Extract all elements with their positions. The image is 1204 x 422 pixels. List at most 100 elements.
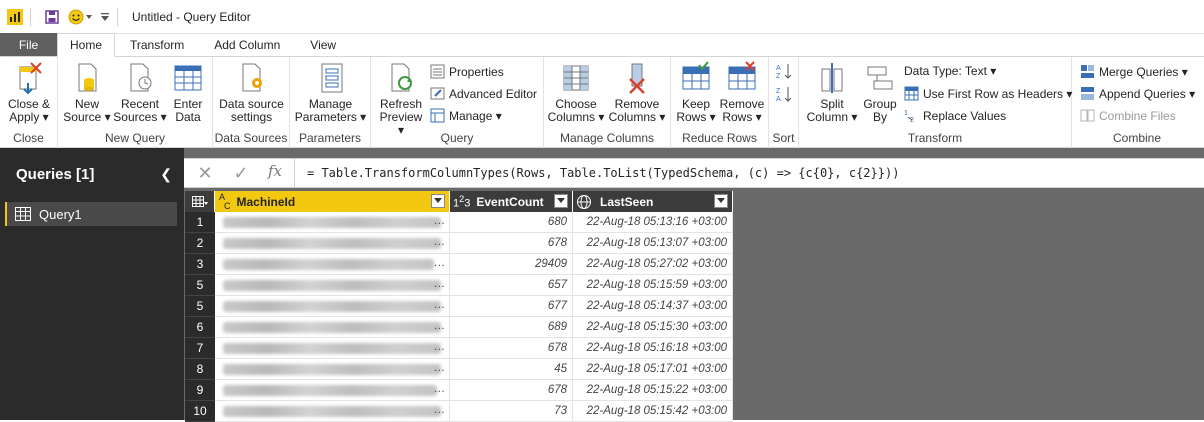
row-number[interactable]: 9 (185, 380, 215, 401)
row-number[interactable]: 7 (185, 338, 215, 359)
cell-eventcount[interactable]: 45 (450, 359, 573, 380)
cell-machineid[interactable]: … (215, 296, 450, 317)
row-number[interactable]: 2 (185, 233, 215, 254)
data-source-settings-button[interactable]: Data source settings (215, 61, 288, 124)
combine-files-button[interactable]: Combine Files (1080, 108, 1176, 123)
cell-eventcount[interactable]: 678 (450, 338, 573, 359)
chevron-down-icon[interactable] (85, 8, 93, 26)
cell-lastseen[interactable]: 22-Aug-18 05:27:02 +03:00 (573, 254, 733, 275)
cell-lastseen[interactable]: 22-Aug-18 05:15:22 +03:00 (573, 380, 733, 401)
table-row[interactable]: 5 … 677 22-Aug-18 05:14:37 +03:00 (185, 296, 733, 317)
fx-icon[interactable]: fx (268, 162, 282, 180)
row-number[interactable]: 5 (185, 275, 215, 296)
cell-eventcount[interactable]: 73 (450, 401, 573, 422)
customize-toolbar-icon[interactable] (99, 8, 111, 26)
cell-machineid[interactable]: … (215, 359, 450, 380)
table-row[interactable]: 8 … 45 22-Aug-18 05:17:01 +03:00 (185, 359, 733, 380)
table-row[interactable]: 6 … 689 22-Aug-18 05:15:30 +03:00 (185, 317, 733, 338)
close-apply-button[interactable]: Close & Apply ▾ (4, 61, 54, 124)
properties-button[interactable]: Properties (430, 64, 504, 79)
column-header-lastseen[interactable]: LastSeen (573, 191, 733, 212)
new-source-button[interactable]: New Source ▾ (62, 61, 112, 124)
column-header-machineid[interactable]: A C MachineId (215, 191, 450, 212)
cell-lastseen[interactable]: 22-Aug-18 05:14:37 +03:00 (573, 296, 733, 317)
cell-lastseen[interactable]: 22-Aug-18 05:15:59 +03:00 (573, 275, 733, 296)
cell-lastseen[interactable]: 22-Aug-18 05:16:18 +03:00 (573, 338, 733, 359)
remove-columns-button[interactable]: Remove Columns ▾ (608, 61, 666, 124)
cell-machineid[interactable]: … (215, 275, 450, 296)
cell-lastseen[interactable]: 22-Aug-18 05:13:16 +03:00 (573, 212, 733, 233)
tab-home[interactable]: Home (57, 33, 115, 57)
table-row[interactable]: 3 … 29409 22-Aug-18 05:27:02 +03:00 (185, 254, 733, 275)
recent-sources-label-2-text: Sources (113, 110, 158, 124)
keep-rows-button[interactable]: Keep Rows ▾ (675, 61, 717, 124)
table-row[interactable]: 1 … 680 22-Aug-18 05:13:16 +03:00 (185, 212, 733, 233)
tab-add-column[interactable]: Add Column (199, 33, 295, 56)
split-column-button[interactable]: Split Column ▾ (804, 61, 860, 124)
cell-machineid[interactable]: … (215, 317, 450, 338)
tab-view[interactable]: View (295, 33, 351, 56)
tab-file[interactable]: File (0, 33, 57, 56)
choose-columns-button[interactable]: Choose Columns ▾ (547, 61, 605, 124)
cell-eventcount[interactable]: 680 (450, 212, 573, 233)
recent-sources-button[interactable]: Recent Sources ▾ (113, 61, 167, 124)
cell-eventcount[interactable]: 689 (450, 317, 573, 338)
row-number[interactable]: 8 (185, 359, 215, 380)
cell-machineid[interactable]: … (215, 212, 450, 233)
table-row[interactable]: 2 … 678 22-Aug-18 05:13:07 +03:00 (185, 233, 733, 254)
collapse-pane-icon[interactable]: ❮ (160, 166, 172, 183)
table-row[interactable]: 5 … 657 22-Aug-18 05:15:59 +03:00 (185, 275, 733, 296)
cell-eventcount[interactable]: 29409 (450, 254, 573, 275)
cell-lastseen[interactable]: 22-Aug-18 05:13:07 +03:00 (573, 233, 733, 254)
cell-lastseen[interactable]: 22-Aug-18 05:17:01 +03:00 (573, 359, 733, 380)
merge-queries-button[interactable]: Merge Queries ▾ (1080, 64, 1188, 79)
cell-lastseen[interactable]: 22-Aug-18 05:15:42 +03:00 (573, 401, 733, 422)
column-filter-icon[interactable] (714, 194, 728, 208)
remove-rows-button[interactable]: Remove Rows ▾ (719, 61, 765, 124)
tab-transform[interactable]: Transform (115, 33, 199, 56)
sort-ascending-button[interactable]: AZ (776, 62, 796, 80)
group-by-button[interactable]: Group By (861, 61, 899, 124)
table-row[interactable]: 10 … 73 22-Aug-18 05:15:42 +03:00 (185, 401, 733, 422)
sort-descending-button[interactable]: ZA (776, 85, 796, 103)
table-row[interactable]: 7 … 678 22-Aug-18 05:16:18 +03:00 (185, 338, 733, 359)
redacted-value (223, 322, 441, 333)
save-icon[interactable] (43, 8, 61, 26)
table-menu-button[interactable] (185, 191, 215, 212)
row-number[interactable]: 1 (185, 212, 215, 233)
cell-lastseen[interactable]: 22-Aug-18 05:15:30 +03:00 (573, 317, 733, 338)
cell-machineid[interactable]: … (215, 233, 450, 254)
query-list-item[interactable]: Query1 (5, 202, 177, 226)
cell-machineid[interactable]: … (215, 380, 450, 401)
append-queries-button[interactable]: Append Queries ▾ (1080, 86, 1195, 101)
table-row[interactable]: 9 … 678 22-Aug-18 05:15:22 +03:00 (185, 380, 733, 401)
data-type-dropdown[interactable]: Data Type: Text ▾ (904, 64, 996, 78)
use-first-row-headers-button[interactable]: Use First Row as Headers ▾ (904, 86, 1072, 101)
column-filter-icon[interactable] (554, 194, 568, 208)
replace-values-button[interactable]: 12 Replace Values (904, 108, 1006, 124)
cancel-formula-icon[interactable]: ✕ (190, 162, 220, 184)
cell-machineid[interactable]: … (215, 254, 450, 275)
group-label-sort: Sort (772, 131, 795, 145)
refresh-preview-button[interactable]: Refresh Preview ▾ (375, 61, 427, 137)
formula-input[interactable]: = Table.TransformColumnTypes(Rows, Table… (307, 166, 899, 180)
cell-machineid[interactable]: … (215, 338, 450, 359)
enter-data-button[interactable]: Enter Data (168, 61, 208, 124)
column-header-eventcount[interactable]: 123 EventCount (450, 191, 573, 212)
cell-eventcount[interactable]: 677 (450, 296, 573, 317)
manage-parameters-button[interactable]: Manage Parameters ▾ (293, 61, 368, 124)
row-number[interactable]: 10 (185, 401, 215, 422)
remove-rows-label-2-text: Rows (722, 110, 753, 124)
advanced-editor-button[interactable]: Advanced Editor (430, 86, 537, 101)
row-number[interactable]: 6 (185, 317, 215, 338)
cell-machineid[interactable]: … (215, 401, 450, 422)
column-filter-icon[interactable] (431, 194, 445, 208)
row-number[interactable]: 5 (185, 296, 215, 317)
manage-button[interactable]: Manage ▾ (430, 108, 502, 123)
cell-eventcount[interactable]: 657 (450, 275, 573, 296)
smiley-feedback-icon[interactable] (67, 8, 85, 26)
cell-eventcount[interactable]: 678 (450, 380, 573, 401)
commit-formula-icon[interactable]: ✓ (226, 162, 256, 184)
cell-eventcount[interactable]: 678 (450, 233, 573, 254)
row-number[interactable]: 3 (185, 254, 215, 275)
